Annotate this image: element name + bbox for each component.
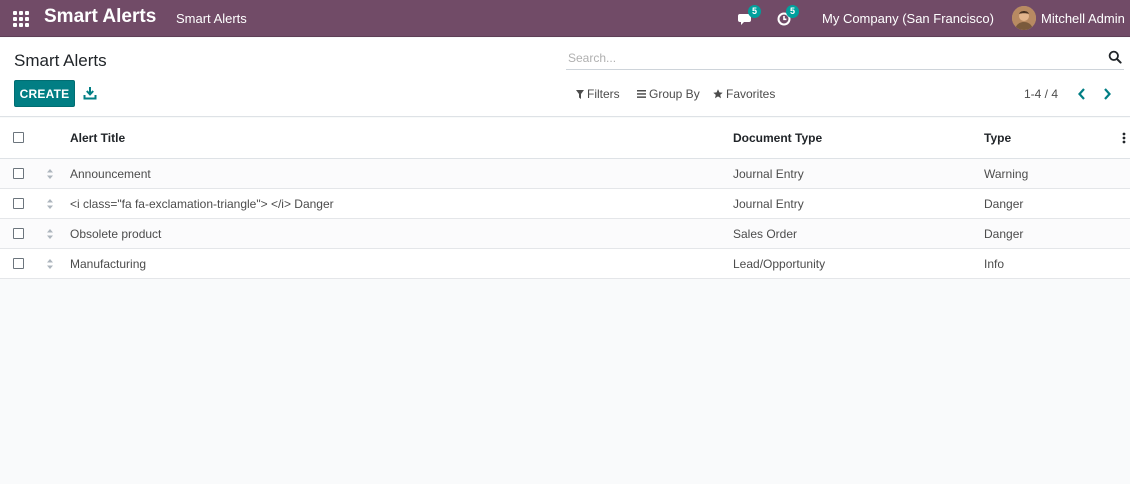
cell-type: Danger: [984, 197, 1024, 211]
search-bar: [566, 47, 1124, 70]
create-button[interactable]: CREATE: [14, 80, 75, 107]
filters-label: Filters: [587, 87, 620, 101]
search-input[interactable]: [568, 49, 1088, 67]
cell-document-type: Journal Entry: [733, 197, 804, 211]
drag-handle-icon[interactable]: [46, 228, 54, 240]
select-all-checkbox[interactable]: [13, 132, 24, 143]
top-navbar: Smart Alerts Smart Alerts 5 5 My Company…: [0, 0, 1130, 37]
drag-handle-icon[interactable]: [46, 258, 54, 270]
list-view: Alert Title Document Type Type Announcem…: [0, 118, 1130, 279]
column-header-type[interactable]: Type: [984, 131, 1011, 145]
table-row[interactable]: Manufacturing Lead/Opportunity Info: [0, 249, 1130, 279]
cell-type: Danger: [984, 227, 1024, 241]
cell-alert-title: Announcement: [70, 167, 151, 181]
drag-handle-icon[interactable]: [46, 198, 54, 210]
cell-alert-title: <i class="fa fa-exclamation-triangle"> <…: [70, 197, 334, 211]
column-header-alert-title[interactable]: Alert Title: [70, 131, 125, 145]
cell-document-type: Lead/Opportunity: [733, 257, 826, 271]
table-header: Alert Title Document Type Type: [0, 118, 1130, 159]
star-icon: [713, 89, 723, 99]
control-panel: Smart Alerts CREATE Filters Group By Fav…: [0, 38, 1130, 117]
cell-document-type: Sales Order: [733, 227, 798, 241]
cell-document-type: Journal Entry: [733, 167, 804, 181]
activity-clock-icon[interactable]: 5: [776, 5, 799, 28]
messages-badge: 5: [748, 5, 761, 18]
drag-handle-icon[interactable]: [46, 168, 54, 180]
row-checkbox[interactable]: [13, 258, 24, 269]
cell-alert-title: Manufacturing: [70, 257, 147, 271]
breadcrumb: Smart Alerts: [14, 51, 107, 70]
row-checkbox[interactable]: [13, 198, 24, 209]
chevron-right-icon[interactable]: [1100, 86, 1114, 102]
favorites-label: Favorites: [726, 87, 776, 101]
group-by-icon: [637, 90, 646, 98]
table-row[interactable]: Announcement Journal Entry Warning: [0, 159, 1130, 189]
activities-badge: 5: [786, 5, 799, 18]
pager-value[interactable]: 1-4 / 4: [1024, 87, 1058, 101]
chat-icon[interactable]: 5: [738, 5, 761, 28]
cell-alert-title: Obsolete product: [70, 227, 162, 241]
cell-type: Warning: [984, 167, 1029, 181]
table-body: Announcement Journal Entry Warning <i cl…: [0, 159, 1130, 279]
apps-icon[interactable]: [13, 11, 29, 27]
chevron-left-icon[interactable]: [1075, 86, 1089, 102]
app-title[interactable]: Smart Alerts: [44, 6, 156, 28]
row-checkbox[interactable]: [13, 228, 24, 239]
table-row[interactable]: <i class="fa fa-exclamation-triangle"> <…: [0, 189, 1130, 219]
row-checkbox[interactable]: [13, 168, 24, 179]
table-row[interactable]: Obsolete product Sales Order Danger: [0, 219, 1130, 249]
optional-columns-icon[interactable]: [1122, 132, 1126, 144]
user-menu[interactable]: Mitchell Admin: [1041, 11, 1125, 26]
group-by-button[interactable]: Group By: [637, 87, 700, 101]
column-header-document-type[interactable]: Document Type: [733, 131, 822, 145]
download-icon[interactable]: [83, 86, 97, 100]
filters-button[interactable]: Filters: [576, 87, 620, 101]
favorites-button[interactable]: Favorites: [713, 87, 775, 101]
filter-icon: [576, 89, 584, 99]
search-icon[interactable]: [1108, 50, 1122, 64]
group-by-label: Group By: [649, 87, 700, 101]
cell-type: Info: [984, 257, 1005, 271]
menu-item-smart-alerts[interactable]: Smart Alerts: [176, 11, 247, 26]
company-switcher[interactable]: My Company (San Francisco): [822, 11, 994, 26]
avatar[interactable]: [1012, 6, 1036, 30]
